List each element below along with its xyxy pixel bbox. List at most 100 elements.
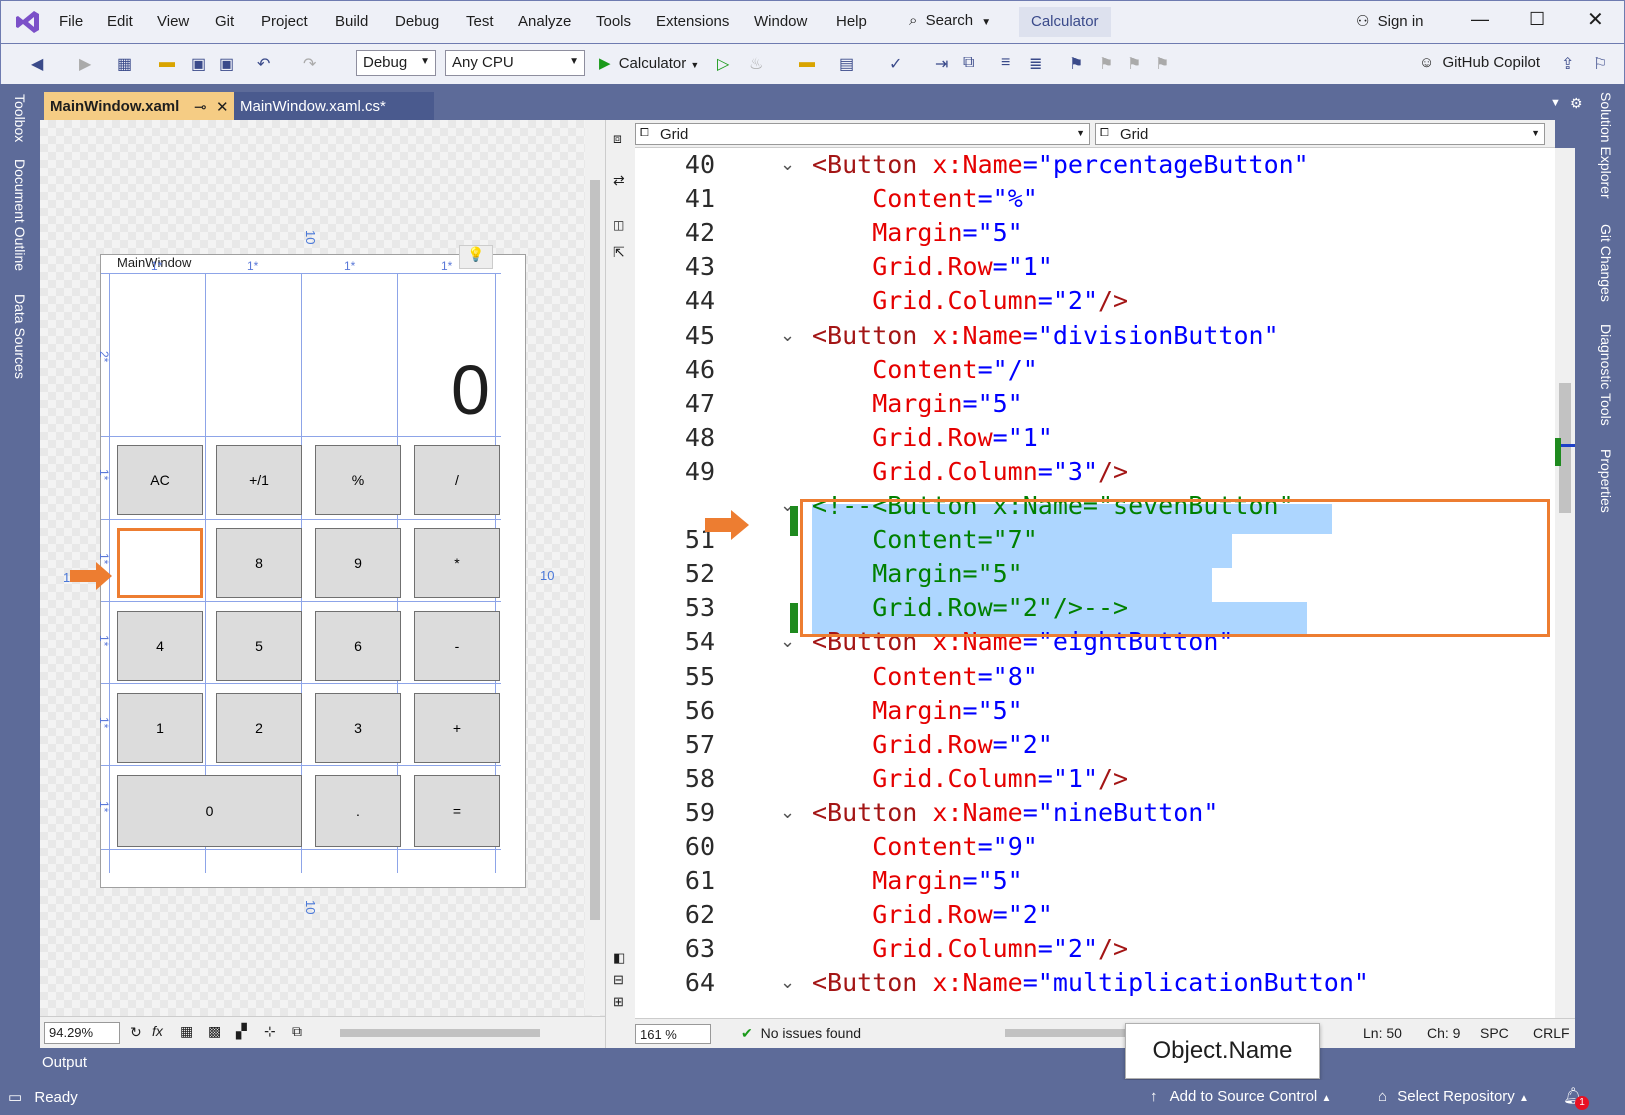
code-line[interactable]: Margin="5" — [812, 866, 1023, 895]
calc-button-six[interactable]: 6 — [315, 611, 401, 681]
code-line[interactable]: Grid.Column="1"/> — [812, 764, 1128, 793]
open-folder-icon[interactable]: ▬ — [159, 54, 175, 72]
scroll-thumb[interactable] — [590, 180, 600, 920]
fx-icon[interactable]: fx — [152, 1023, 163, 1039]
vertical-split-icon[interactable]: ◧ — [613, 950, 625, 966]
search-box[interactable]: ⌕ Search ▼ — [909, 12, 991, 29]
line-ending-indicator[interactable]: CRLF — [1533, 1025, 1570, 1041]
grid-icon[interactable]: ▦ — [180, 1023, 193, 1040]
menu-test[interactable]: Test — [466, 13, 494, 30]
designer-vertical-scrollbar[interactable] — [585, 120, 605, 1015]
add-to-source-control-button[interactable]: ↑ Add to Source Control ▲ — [1150, 1088, 1331, 1105]
code-editor[interactable]: 40 <Button x:Name="percentageButton" ⌄ 41 C… — [635, 148, 1555, 1018]
menu-debug[interactable]: Debug — [395, 13, 439, 30]
vs-logo-icon[interactable] — [15, 9, 41, 35]
calc-button-two[interactable]: 2 — [216, 693, 302, 763]
calc-button-dot[interactable]: . — [315, 775, 401, 847]
tab-mainwindow-xaml[interactable]: MainWindow.xaml ⊸ ✕ — [44, 92, 234, 120]
calc-button-four[interactable]: 4 — [117, 611, 203, 681]
code-line[interactable]: <Button x:Name="nineButton" — [812, 798, 1218, 827]
code-line[interactable]: Grid.Row="1" — [812, 423, 1053, 452]
calc-button-plus[interactable]: + — [414, 693, 500, 763]
fold-chevron-icon[interactable]: ⌄ — [780, 972, 795, 993]
back-icon[interactable]: ◀ — [31, 54, 43, 74]
start-debug-button[interactable]: ▶ Calculator ▼ — [599, 54, 699, 72]
calc-button-multiply[interactable]: * — [414, 528, 500, 598]
code-line[interactable]: Grid.Column="2"/> — [812, 934, 1128, 963]
new-project-icon[interactable]: ▦ — [117, 54, 132, 74]
designer-horizontal-scrollbar[interactable] — [340, 1029, 540, 1037]
lightbulb-icon[interactable]: 💡 — [459, 245, 493, 269]
close-icon[interactable]: ✕ — [216, 98, 229, 116]
properties-tab[interactable]: Properties — [1598, 449, 1614, 513]
platform-select[interactable]: Any CPU ▼ — [445, 50, 585, 76]
design-window[interactable]: MainWindow 💡 1* 1* 1* 1* 2* 1* 1* 1* 1* … — [97, 245, 526, 888]
next-bookmark-icon[interactable]: ⚑ — [1127, 54, 1141, 74]
expand-pane-icon[interactable]: ⊞ — [613, 994, 624, 1010]
menu-tools[interactable]: Tools — [596, 13, 631, 30]
whitespace-indicator[interactable]: SPC — [1480, 1025, 1509, 1041]
tab-overflow-icon[interactable]: ▼ — [1550, 97, 1561, 109]
menu-git[interactable]: Git — [215, 13, 234, 30]
menu-extensions[interactable]: Extensions — [656, 13, 729, 30]
fold-chevron-icon[interactable]: ⌄ — [780, 154, 795, 175]
share-icon[interactable]: ⇪ — [1561, 54, 1574, 74]
code-line[interactable]: <Button x:Name="multiplicationButton" — [812, 968, 1369, 997]
sign-in-button[interactable]: ⚇ Sign in — [1356, 12, 1424, 30]
code-line[interactable]: Grid.Column="3"/> — [812, 457, 1128, 486]
output-tab[interactable]: Output — [42, 1054, 87, 1071]
fold-chevron-icon[interactable]: ⌄ — [780, 325, 795, 346]
minimize-button[interactable]: — — [1471, 9, 1489, 30]
select-repository-button[interactable]: ⌂ Select Repository ▲ — [1378, 1088, 1529, 1105]
code-line[interactable]: Grid.Row="2" — [812, 900, 1053, 929]
hot-reload-icon[interactable]: ♨ — [749, 54, 763, 74]
code-line[interactable]: Grid.Row="1" — [812, 252, 1053, 281]
undo-icon[interactable]: ↶ — [257, 54, 270, 74]
toolbox-tab[interactable]: Toolbox — [12, 94, 28, 142]
swap-panes-icon[interactable]: ⇄ — [613, 172, 625, 189]
menu-edit[interactable]: Edit — [107, 13, 133, 30]
git-changes-tab[interactable]: Git Changes — [1598, 224, 1614, 302]
issues-indicator[interactable]: ✔ No issues found — [741, 1025, 861, 1042]
browse-folder-icon[interactable]: ▬ — [799, 54, 815, 72]
code-line[interactable]: Margin="5" — [812, 218, 1023, 247]
step-icon[interactable]: ⇥ — [935, 54, 948, 74]
refresh-icon[interactable]: ↻ — [130, 1024, 142, 1041]
bookmark-icon[interactable]: ⚑ — [1069, 54, 1083, 74]
close-button[interactable]: ✕ — [1587, 7, 1604, 32]
menu-view[interactable]: View — [157, 13, 189, 30]
scope-select-right[interactable]: ⧠ Grid ▼ — [1095, 123, 1545, 145]
calc-button-nine[interactable]: 9 — [315, 528, 401, 598]
pin-icon[interactable]: ⊸ — [194, 98, 207, 116]
code-line[interactable]: Grid.Row="2" — [812, 730, 1053, 759]
indent-icon[interactable]: ≡ — [1001, 54, 1010, 72]
code-line[interactable]: Margin="5" — [812, 696, 1023, 725]
gear-icon[interactable]: ⚙ — [1570, 95, 1583, 112]
menu-window[interactable]: Window — [754, 13, 807, 30]
menu-build[interactable]: Build — [335, 13, 368, 30]
editor-vertical-scrollbar[interactable] — [1555, 148, 1575, 1018]
outdent-icon[interactable]: ≣ — [1029, 54, 1042, 74]
menu-project[interactable]: Project — [261, 13, 308, 30]
calc-button-percent[interactable]: % — [315, 445, 401, 515]
calc-button-minus[interactable]: - — [414, 611, 500, 681]
save-icon[interactable]: ▣ — [191, 54, 206, 74]
configuration-select[interactable]: Debug ▼ — [356, 50, 436, 76]
forward-icon[interactable]: ▶ — [79, 54, 91, 74]
fold-chevron-icon[interactable]: ⌄ — [780, 802, 795, 823]
document-outline-tab[interactable]: Document Outline — [12, 159, 28, 271]
calc-button-equals[interactable]: = — [414, 775, 500, 847]
menu-help[interactable]: Help — [836, 13, 867, 30]
layout-icon[interactable]: ▤ — [839, 54, 854, 74]
calc-button-plusminus[interactable]: +/1 — [216, 445, 302, 515]
code-line[interactable]: <Button x:Name="divisionButton" — [812, 321, 1279, 350]
clear-bookmark-icon[interactable]: ⚑ — [1155, 54, 1169, 74]
menu-file[interactable]: File — [59, 13, 83, 30]
code-line[interactable]: Content="/" — [812, 355, 1038, 384]
start-without-debug-icon[interactable]: ▷ — [717, 54, 729, 74]
tab-mainwindow-xaml-cs[interactable]: MainWindow.xaml.cs* — [234, 92, 434, 120]
save-all-icon[interactable]: ▣ — [219, 54, 234, 74]
maximize-button[interactable]: ☐ — [1529, 9, 1545, 30]
calc-button-one[interactable]: 1 — [117, 693, 203, 763]
designer-zoom-select[interactable]: 94.29% — [44, 1022, 120, 1044]
